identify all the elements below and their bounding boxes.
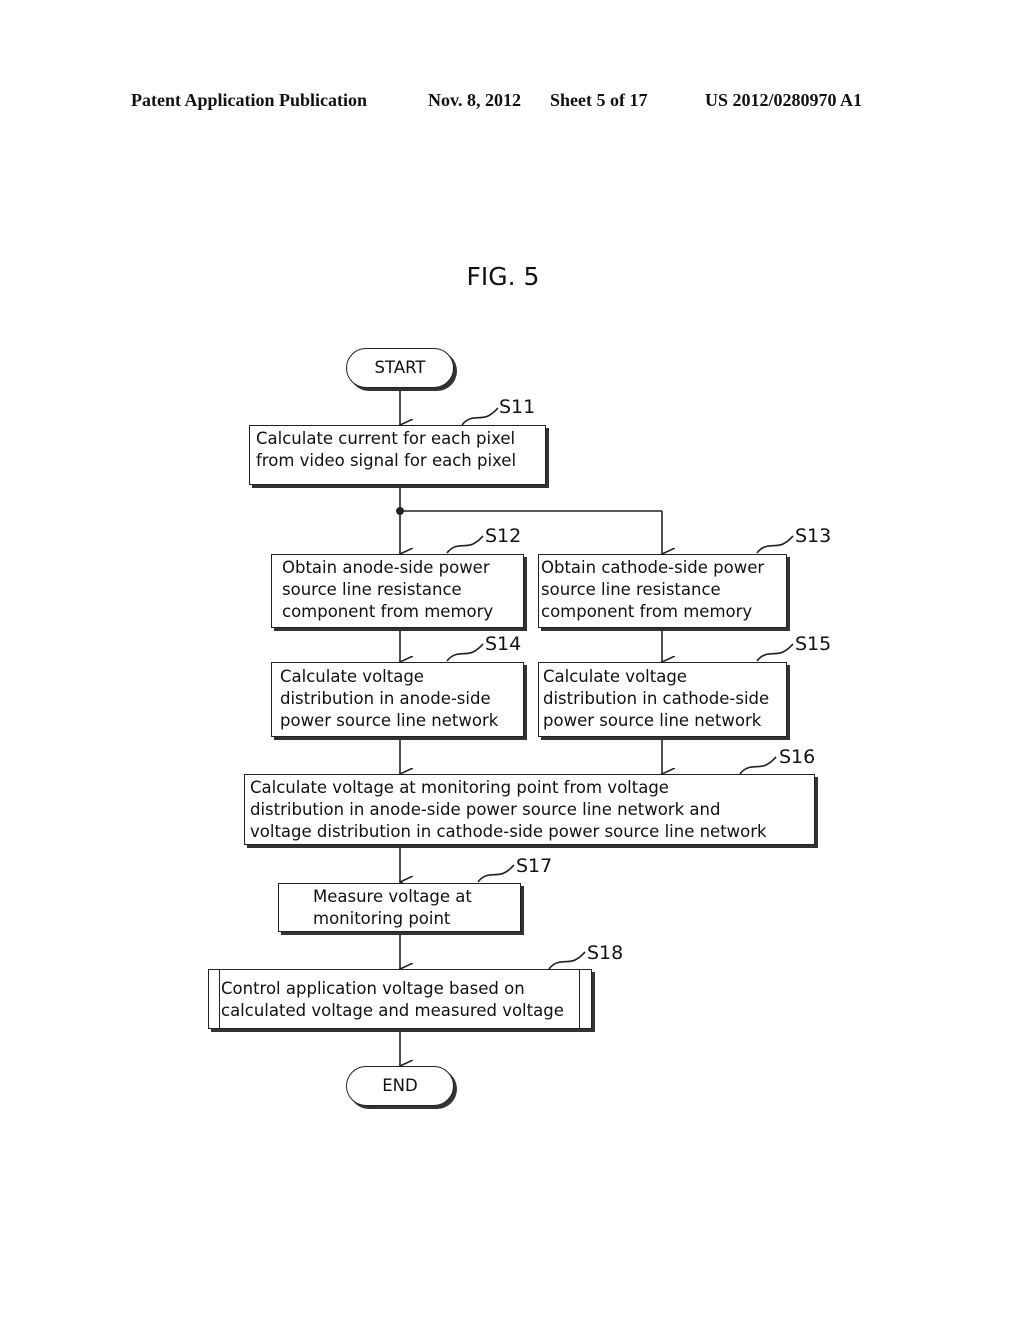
step-s14-box: Calculate voltage distribution in anode-… [271, 662, 524, 737]
step-s12-line-3: component from memory [282, 602, 494, 621]
step-s18-line-1: Control application voltage based on [221, 979, 525, 998]
step-s15-box: Calculate voltage distribution in cathod… [538, 662, 787, 737]
step-s17-line-1: Measure voltage at [313, 887, 472, 906]
start-terminal: START [346, 348, 454, 388]
step-label-s13: S13 [795, 525, 832, 547]
step-s13-line-2: source line resistance [541, 580, 721, 599]
step-s16-line-1: Calculate voltage at monitoring point fr… [250, 778, 669, 797]
step-s11-line-2: from video signal for each pixel [256, 451, 517, 470]
leader-s15 [756, 643, 794, 662]
leader-s11 [461, 407, 499, 426]
leader-s17 [477, 864, 515, 883]
step-s11-box: Calculate current for each pixel from vi… [249, 425, 546, 485]
step-s16-box: Calculate voltage at monitoring point fr… [244, 774, 815, 845]
step-s13-line-1: Obtain cathode-side power [541, 558, 765, 577]
step-s13-box: Obtain cathode-side power source line re… [538, 554, 787, 628]
step-s16-line-3: voltage distribution in cathode-side pow… [250, 822, 767, 841]
start-label: START [374, 358, 426, 377]
step-s12-line-1: Obtain anode-side power [282, 558, 490, 577]
step-label-s18: S18 [587, 942, 624, 964]
leader-s12 [446, 535, 484, 554]
subroutine-bar-left [219, 970, 220, 1028]
end-label: END [382, 1076, 418, 1095]
step-label-s14: S14 [485, 633, 522, 655]
leader-s16 [739, 756, 777, 775]
step-label-s16: S16 [779, 746, 816, 768]
end-terminal: END [346, 1066, 454, 1106]
step-s12-box: Obtain anode-side power source line resi… [271, 554, 524, 628]
branch-junction-dot [396, 507, 404, 515]
step-s16-line-2: distribution in anode-side power source … [250, 800, 721, 819]
step-label-s12: S12 [485, 525, 522, 547]
step-label-s17: S17 [516, 855, 553, 877]
step-s15-line-3: power source line network [543, 711, 762, 730]
step-s18-box: Control application voltage based on cal… [208, 969, 592, 1029]
step-s14-line-3: power source line network [280, 711, 499, 730]
step-s15-line-1: Calculate voltage [543, 667, 687, 686]
step-s14-line-2: distribution in anode-side [280, 689, 491, 708]
step-s12-line-2: source line resistance [282, 580, 462, 599]
step-s11-line-1: Calculate current for each pixel [256, 429, 516, 448]
step-s13-line-3: component from memory [541, 602, 753, 621]
leader-s13 [756, 535, 794, 554]
step-label-s11: S11 [499, 396, 536, 418]
leader-s18 [548, 951, 586, 970]
step-label-s15: S15 [795, 633, 832, 655]
step-s15-line-2: distribution in cathode-side [543, 689, 770, 708]
step-s14-line-1: Calculate voltage [280, 667, 424, 686]
step-s17-line-2: monitoring point [313, 909, 451, 928]
connectors [396, 389, 794, 1320]
step-s17-box: Measure voltage at monitoring point [278, 883, 521, 932]
step-s18-line-2: calculated voltage and measured voltage [221, 1001, 564, 1020]
subroutine-bar-right [579, 970, 580, 1028]
leader-s14 [446, 643, 484, 662]
